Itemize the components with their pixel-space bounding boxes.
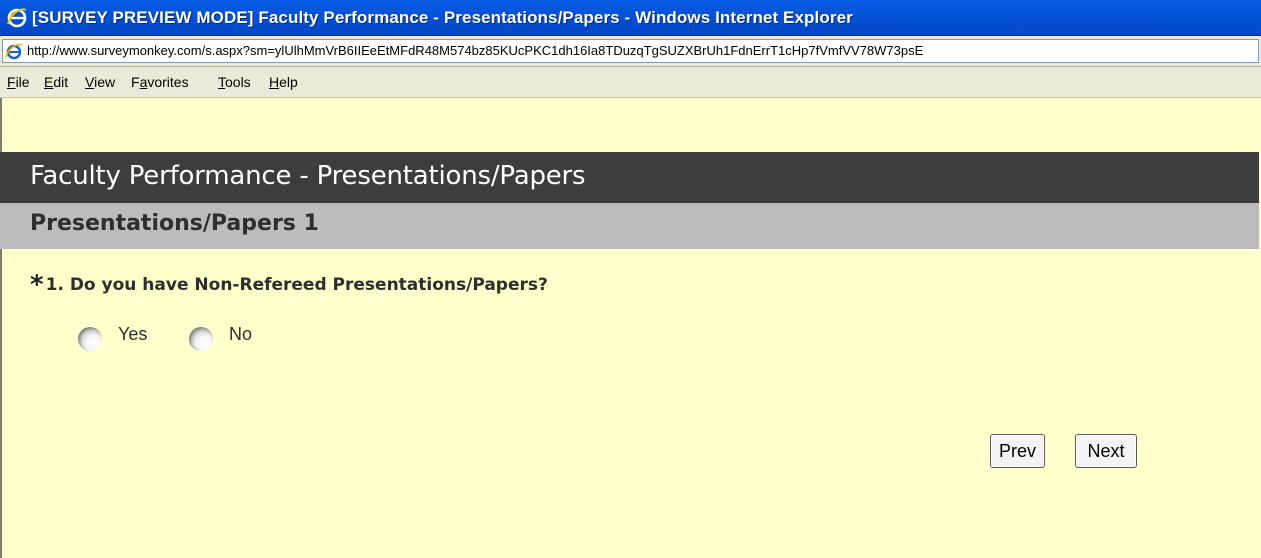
menu-favorites-rest: vorites <box>147 74 189 90</box>
next-button[interactable]: Next <box>1075 434 1137 468</box>
internet-explorer-page-icon <box>5 42 23 60</box>
menu-tools-hotkey: T <box>218 74 225 90</box>
menu-edit-hotkey: E <box>44 74 54 90</box>
menu-help-rest: elp <box>279 74 298 90</box>
option-no-label: No <box>229 324 253 344</box>
title-bar: [SURVEY PREVIEW MODE] Faculty Performanc… <box>0 0 1261 36</box>
internet-explorer-icon <box>7 8 27 28</box>
menu-help[interactable]: Help <box>269 74 298 90</box>
menu-file-rest: ile <box>15 74 30 90</box>
menu-file-hotkey: F <box>7 74 16 90</box>
radio-yes[interactable] <box>78 327 102 351</box>
menu-favorites-prefix: F <box>131 74 140 90</box>
page-title: Presentations/Papers 1 <box>30 211 319 236</box>
question-text: 1. Do you have Non-Refereed Presentation… <box>45 275 548 295</box>
survey-title-banner: Faculty Performance - Presentations/Pape… <box>0 152 1259 203</box>
url-text[interactable]: http://www.surveymonkey.com/s.aspx?sm=yl… <box>27 41 1255 61</box>
prev-button[interactable]: Prev <box>990 434 1045 468</box>
option-yes-label: Yes <box>118 324 148 344</box>
menu-edit[interactable]: Edit <box>44 74 68 90</box>
address-field[interactable]: http://www.surveymonkey.com/s.aspx?sm=yl… <box>2 39 1259 63</box>
menu-file[interactable]: File <box>7 74 30 90</box>
question: * 1. Do you have Non-Refereed Presentatio… <box>30 270 548 300</box>
address-bar: http://www.surveymonkey.com/s.aspx?sm=yl… <box>0 36 1261 67</box>
menu-edit-rest: dit <box>53 74 69 90</box>
radio-no[interactable] <box>189 327 213 351</box>
menu-view[interactable]: View <box>85 74 115 90</box>
menu-view-rest: iew <box>94 74 116 90</box>
menu-favorites[interactable]: Favorites <box>131 74 189 90</box>
menu-view-hotkey: V <box>85 74 95 90</box>
window-title: [SURVEY PREVIEW MODE] Faculty Performanc… <box>32 8 853 27</box>
menu-tools-rest: ools <box>225 74 251 90</box>
page-title-bar: Presentations/Papers 1 <box>0 203 1259 249</box>
required-asterisk-icon: * <box>30 270 44 300</box>
menu-tools[interactable]: Tools <box>218 74 251 90</box>
menu-bar: File Edit View Favorites Tools Help <box>0 67 1261 98</box>
menu-help-hotkey: H <box>269 74 280 90</box>
browser-window: [SURVEY PREVIEW MODE] Faculty Performanc… <box>0 0 1261 558</box>
survey-title: Faculty Performance - Presentations/Pape… <box>30 161 586 191</box>
